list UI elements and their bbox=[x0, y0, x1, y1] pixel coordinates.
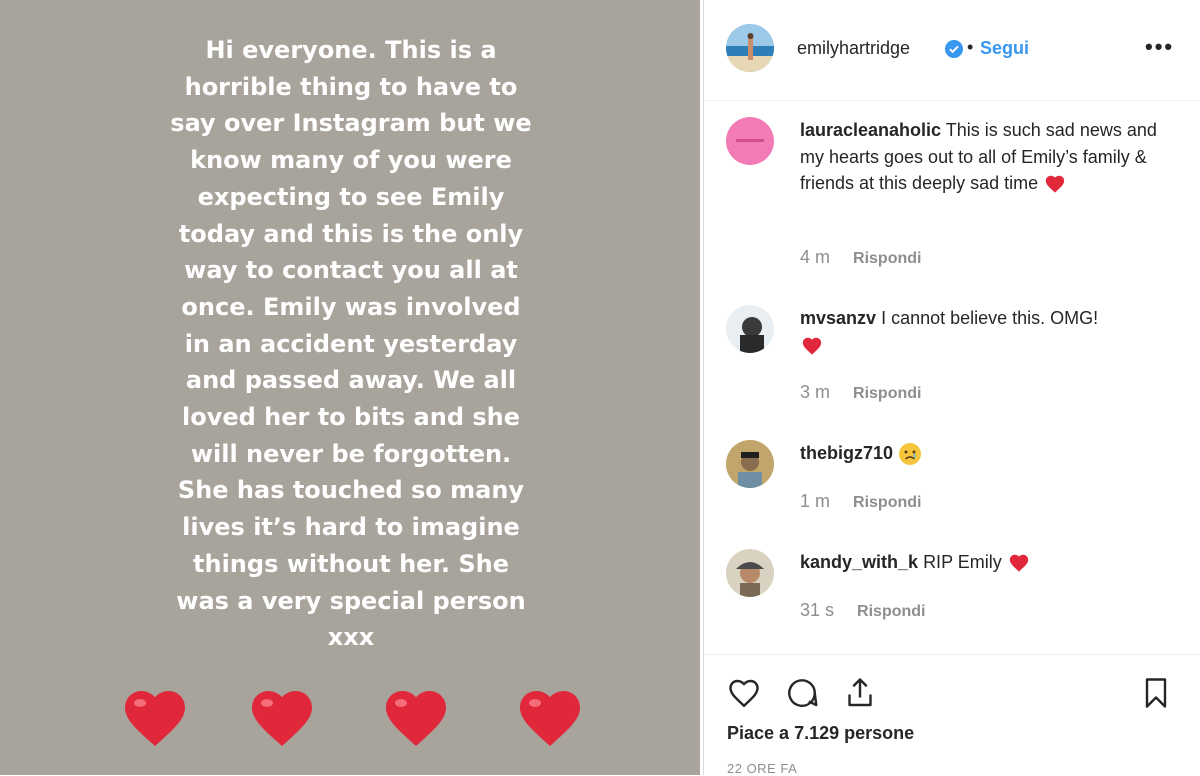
comment-text: kandy_with_k RIP Emily bbox=[800, 549, 1170, 576]
like-heart-icon[interactable] bbox=[726, 675, 762, 711]
beach-photo-icon bbox=[726, 24, 774, 72]
heart-emoji-icon bbox=[1009, 555, 1028, 572]
comment-content: RIP Emily bbox=[923, 552, 1002, 572]
story-text: Hi everyone. This is a horrible thing to… bbox=[170, 36, 532, 652]
comment-username[interactable]: kandy_with_k bbox=[800, 552, 918, 572]
comment-bubble-icon[interactable] bbox=[784, 675, 820, 711]
verified-badge-icon bbox=[945, 40, 963, 58]
heart-emoji-icon bbox=[520, 691, 580, 747]
likes-suffix: persone bbox=[839, 723, 915, 743]
follow-button[interactable]: Segui bbox=[980, 38, 1029, 59]
reply-button[interactable]: Rispondi bbox=[853, 250, 921, 267]
author-username[interactable]: emilyhartridge bbox=[797, 38, 910, 59]
likes-prefix: Piace a bbox=[727, 723, 795, 743]
post-header: emilyhartridge • Segui ••• bbox=[704, 0, 1200, 101]
more-options-icon[interactable]: ••• bbox=[1145, 34, 1174, 60]
comment-meta: 1 m Rispondi bbox=[800, 491, 921, 512]
bookmark-icon[interactable] bbox=[1138, 675, 1174, 711]
user-photo-icon bbox=[740, 317, 764, 353]
commenter-avatar[interactable] bbox=[726, 440, 774, 488]
likes-count[interactable]: Piace a 7.129 persone bbox=[727, 723, 914, 744]
post-panel: emilyhartridge • Segui ••• lauracleanaho… bbox=[703, 0, 1200, 776]
comment-content: I cannot believe this. OMG! bbox=[881, 308, 1099, 328]
comment-time: 31 s bbox=[800, 600, 835, 620]
heart-emoji-icon bbox=[125, 691, 185, 747]
author-avatar[interactable] bbox=[726, 24, 774, 72]
comment-username[interactable]: mvsanzv bbox=[800, 308, 876, 328]
heart-emoji-icon bbox=[802, 337, 822, 355]
reply-button[interactable]: Rispondi bbox=[853, 494, 921, 511]
comment-username[interactable]: thebigz710 bbox=[800, 443, 893, 463]
pink-logo-icon bbox=[736, 139, 764, 142]
comment-text: thebigz710 bbox=[800, 440, 1170, 467]
commenter-avatar[interactable] bbox=[726, 117, 774, 165]
heart-emoji-icon bbox=[386, 691, 446, 747]
comment-text: mvsanzv I cannot believe this. OMG! bbox=[800, 305, 1170, 358]
post-timestamp: 22 ORE FA bbox=[727, 761, 798, 776]
user-photo-icon bbox=[736, 562, 764, 597]
comment-meta: 3 m Rispondi bbox=[800, 382, 921, 403]
comment-meta: 31 s Rispondi bbox=[800, 600, 925, 621]
heart-emoji-icon bbox=[1045, 176, 1065, 193]
user-photo-icon bbox=[726, 440, 774, 488]
comment-time: 4 m bbox=[800, 247, 831, 267]
comment-meta: 4 m Rispondi bbox=[800, 247, 921, 268]
sad-face-emoji-icon bbox=[899, 443, 922, 466]
reply-button[interactable]: Rispondi bbox=[853, 385, 921, 402]
comment-time: 1 m bbox=[800, 491, 831, 511]
comment-username[interactable]: lauracleanaholic bbox=[800, 120, 941, 140]
likes-number: 7.129 bbox=[794, 723, 840, 743]
comment-time: 3 m bbox=[800, 382, 831, 402]
post-actions: Piace a 7.129 persone 22 ORE FA bbox=[704, 654, 1200, 776]
share-upload-icon[interactable] bbox=[842, 675, 878, 711]
commenter-avatar[interactable] bbox=[726, 549, 774, 597]
comment-text: lauracleanaholic This is such sad news a… bbox=[800, 117, 1170, 197]
commenter-avatar[interactable] bbox=[726, 305, 774, 353]
story-image: Hi everyone. This is a horrible thing to… bbox=[0, 0, 700, 775]
separator-dot: • bbox=[967, 37, 974, 57]
heart-emoji-icon bbox=[252, 691, 312, 747]
reply-button[interactable]: Rispondi bbox=[857, 603, 925, 620]
